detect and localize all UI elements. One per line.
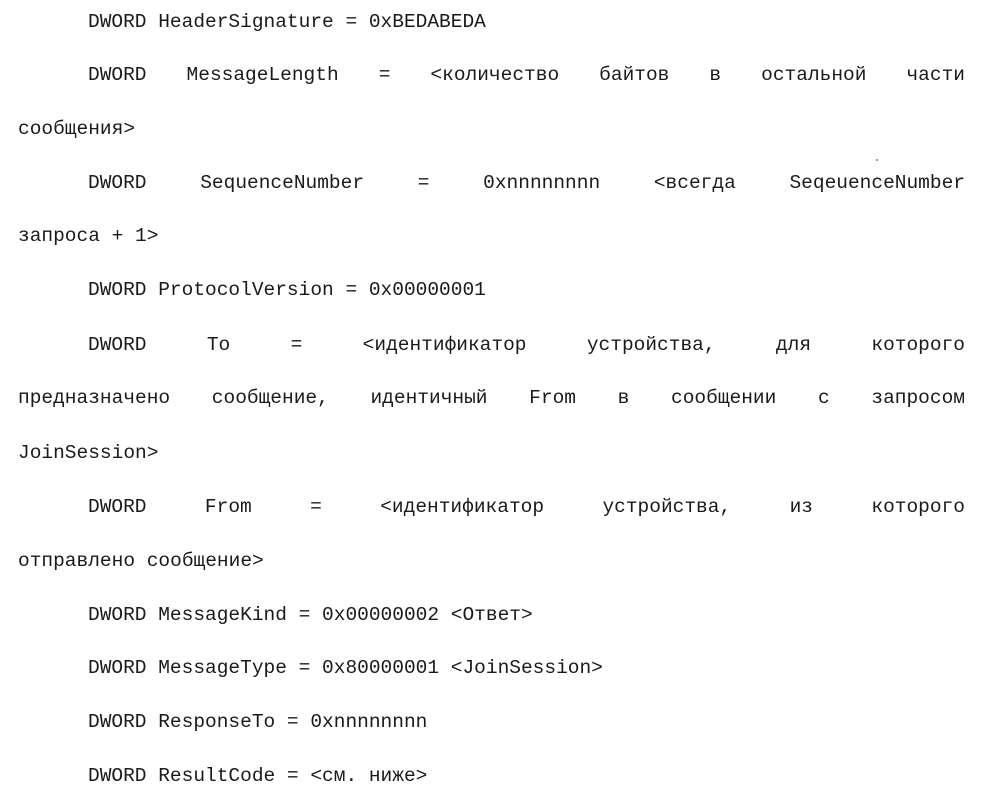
field-response-to: DWORD ResponseTo = 0xnnnnnnnn (88, 711, 428, 733)
field-from: DWORD From = <идентификатор устройства, … (88, 496, 965, 518)
field-header-signature: DWORD HeaderSignature = 0xBEDABEDA (88, 11, 486, 33)
field-message-length-cont: сообщения> (18, 118, 136, 140)
field-message-length: DWORD MessageLength = <количество байтов… (88, 64, 965, 86)
field-message-kind: DWORD MessageKind = 0x00000002 <Ответ> (88, 604, 533, 626)
field-sequence-number-cont: запроса + 1> (18, 225, 159, 247)
field-to-cont-2: JoinSession> (18, 442, 159, 464)
field-to: DWORD To = <идентификатор устройства, дл… (88, 334, 965, 356)
field-sequence-number: DWORD SequenceNumber = 0xnnnnnnnn <всегд… (88, 172, 965, 194)
field-result-code: DWORD ResultCode = <см. ниже> (88, 765, 428, 787)
field-protocol-version: DWORD ProtocolVersion = 0x00000001 (88, 279, 486, 301)
field-to-cont-1: предназначено сообщение, идентичный From… (18, 387, 965, 409)
scan-speck (876, 159, 878, 161)
field-message-type: DWORD MessageType = 0x80000001 <JoinSess… (88, 657, 603, 679)
field-from-cont: отправлено сообщение> (18, 550, 264, 572)
